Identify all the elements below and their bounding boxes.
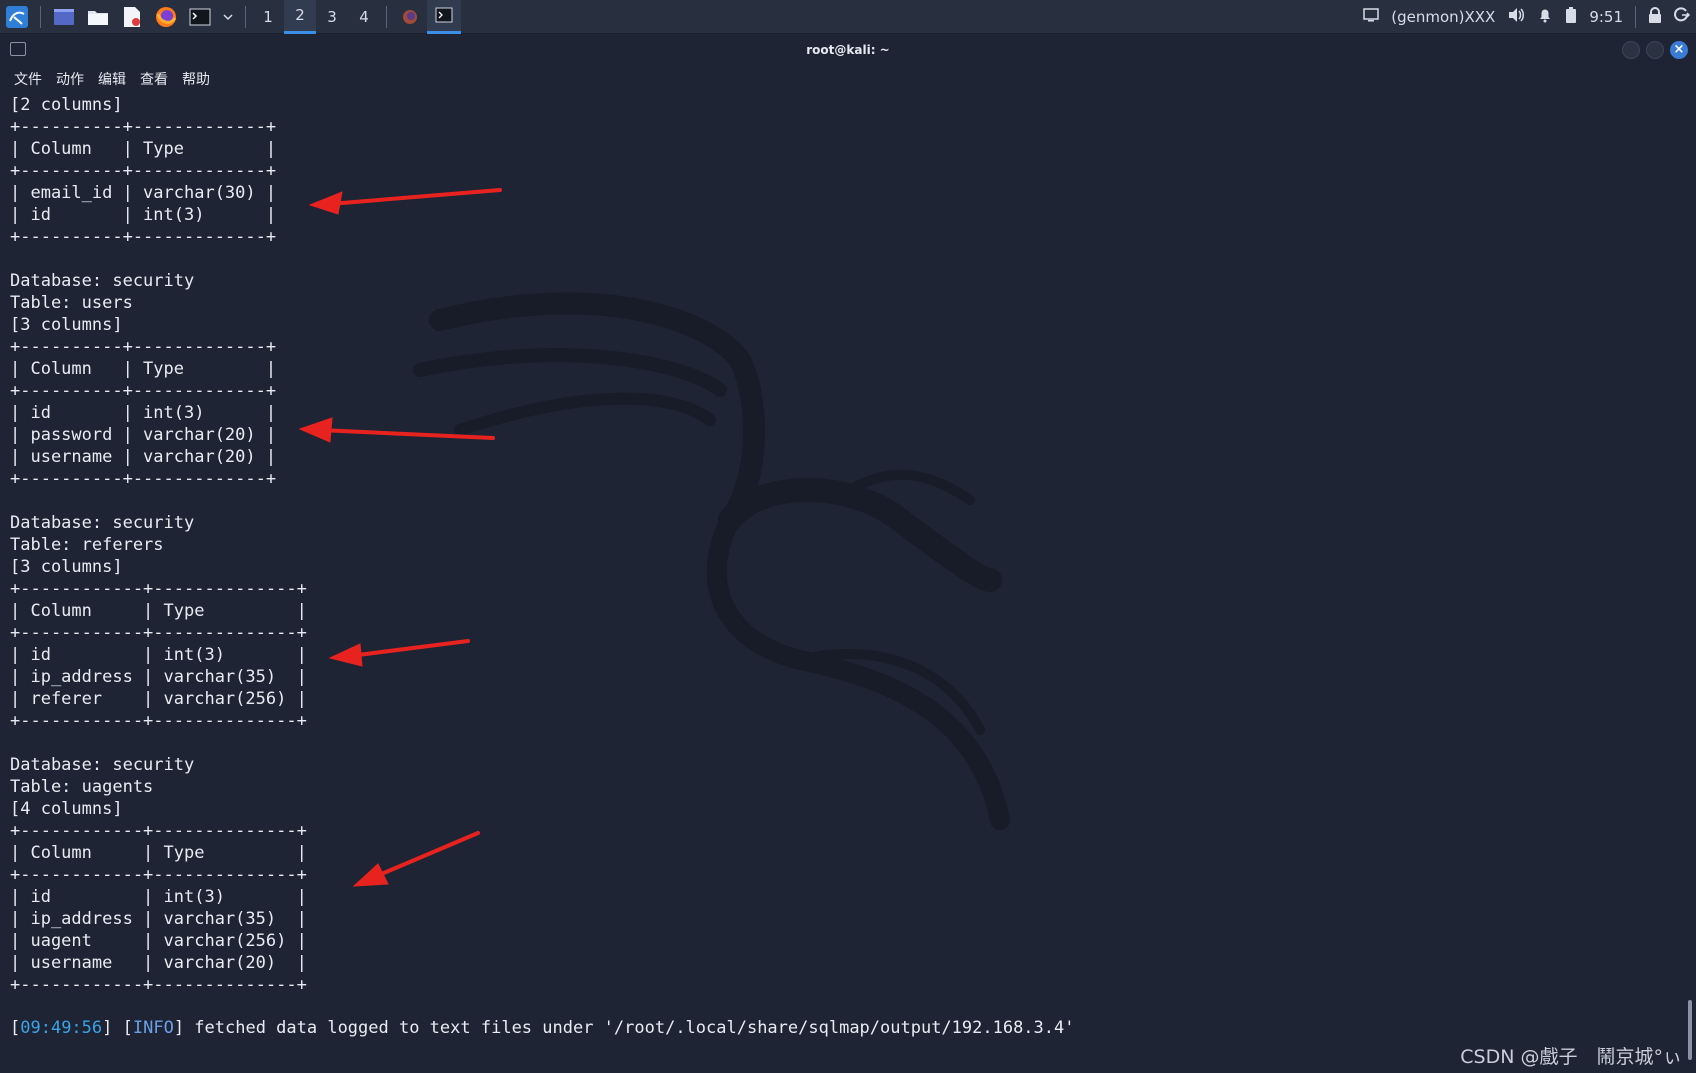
menu-view[interactable]: 查看 (140, 69, 168, 89)
lock-icon[interactable] (1648, 7, 1662, 27)
menu-action[interactable]: 动作 (56, 69, 84, 89)
close-button[interactable]: × (1670, 41, 1688, 59)
minimize-button[interactable] (1622, 41, 1640, 59)
terminal-line: Table: referers (10, 535, 164, 555)
terminal-line: +----------+-------------+ (10, 117, 277, 137)
terminal-line: +----------+-------------+ (10, 227, 277, 247)
menu-help[interactable]: 帮助 (182, 69, 210, 89)
taskbar-separator (386, 5, 387, 28)
workspace-2[interactable]: 2 (284, 0, 316, 34)
terminal-line: +------------+--------------+ (10, 821, 307, 841)
info-separator: ] [ (102, 1018, 133, 1038)
terminal-line: +----------+-------------+ (10, 381, 277, 401)
firefox-icon[interactable] (153, 4, 179, 30)
battery-icon[interactable] (1565, 7, 1577, 27)
taskbar-separator (1635, 6, 1636, 28)
volume-icon[interactable] (1507, 7, 1525, 27)
terminal-scrollbar[interactable] (1688, 1000, 1692, 1060)
text-editor-icon[interactable] (119, 4, 145, 30)
terminal-line: [2 columns] (10, 95, 123, 115)
terminal-line: | Column | Type | (10, 359, 277, 379)
show-desktop-icon[interactable] (51, 4, 77, 30)
csdn-watermark: CSDN @戲子 鬧京城°ぃ (1460, 1046, 1682, 1068)
window-button-firefox[interactable] (393, 0, 427, 34)
terminal-line: [3 columns] (10, 557, 123, 577)
window-button-terminal[interactable] (427, 0, 461, 34)
terminal-line: +------------+--------------+ (10, 711, 307, 731)
terminal-line: | Column | Type | (10, 601, 307, 621)
terminal-line: | id | int(3) | (10, 887, 307, 907)
terminal-line: +----------+-------------+ (10, 469, 277, 489)
terminal-line: [3 columns] (10, 315, 123, 335)
info-open-bracket: [ (10, 1018, 21, 1038)
display-icon[interactable] (1363, 8, 1379, 26)
terminal-output[interactable]: [2 columns] +----------+-------------+ | C… (10, 94, 1670, 1054)
terminal-line: Table: uagents (10, 777, 154, 797)
menu-bar: 文件 动作 编辑 查看 帮助 (0, 66, 1696, 92)
terminal-line: | ip_address | varchar(35) | (10, 909, 307, 929)
maximize-button[interactable] (1646, 41, 1664, 59)
terminal-launcher-icon[interactable] (187, 4, 213, 30)
terminal-line: +------------+--------------+ (10, 975, 307, 995)
close-icon: × (1673, 42, 1685, 57)
terminal-line: +----------+-------------+ (10, 161, 277, 181)
kali-menu-icon[interactable] (4, 4, 30, 30)
menu-file[interactable]: 文件 (14, 69, 42, 89)
terminal-line: [4 columns] (10, 799, 123, 819)
file-manager-icon[interactable] (85, 4, 111, 30)
terminal-line: | id | int(3) | (10, 205, 277, 225)
terminal-line: +------------+--------------+ (10, 623, 307, 643)
notification-bell-icon[interactable] (1537, 7, 1553, 27)
workspace-4[interactable]: 4 (348, 0, 380, 34)
terminal-line: | Column | Type | (10, 139, 277, 159)
info-message: ] fetched data logged to text files unde… (173, 1018, 1075, 1038)
clock[interactable]: 9:51 (1589, 8, 1623, 26)
taskbar-separator (40, 5, 41, 28)
terminal-line: +------------+--------------+ (10, 579, 307, 599)
window-title: root@kali: ~ (806, 43, 890, 57)
terminal-line: +------------+--------------+ (10, 865, 307, 885)
terminal-window-icon[interactable] (10, 42, 26, 56)
terminal-line: Database: security (10, 271, 195, 291)
workspace-1[interactable]: 1 (252, 0, 284, 34)
terminal-line: | username | varchar(20) | (10, 447, 277, 467)
terminal-line: | email_id | varchar(30) | (10, 183, 277, 203)
terminal-line: | id | int(3) | (10, 403, 277, 423)
chevron-down-icon[interactable] (221, 4, 235, 30)
workspace-3[interactable]: 3 (316, 0, 348, 34)
terminal-line: | password | varchar(20) | (10, 425, 277, 445)
terminal-line: | Column | Type | (10, 843, 307, 863)
taskbar-separator (245, 5, 246, 28)
terminal-line: | uagent | varchar(256) | (10, 931, 307, 951)
terminal-line: | ip_address | varchar(35) | (10, 667, 307, 687)
terminal-line: | id | int(3) | (10, 645, 307, 665)
terminal-line: | username | varchar(20) | (10, 953, 307, 973)
terminal-line: Database: security (10, 755, 195, 775)
info-level-tag: INFO (132, 1018, 174, 1038)
logout-icon[interactable] (1674, 7, 1691, 27)
taskbar: 1 2 3 4 (genmon)XXX 9:51 (0, 0, 1696, 34)
terminal-line: Table: users (10, 293, 133, 313)
genmon-label[interactable]: (genmon)XXX (1391, 8, 1495, 26)
window-titlebar[interactable]: root@kali: ~ × (0, 35, 1696, 65)
menu-edit[interactable]: 编辑 (98, 69, 126, 89)
terminal-line: +----------+-------------+ (10, 337, 277, 357)
sqlmap-info-line: [09:49:56] [INFO] fetched data logged to… (10, 1018, 1074, 1038)
terminal-line: Database: security (10, 513, 195, 533)
terminal-line: | referer | varchar(256) | (10, 689, 307, 709)
info-timestamp: 09:49:56 (20, 1018, 103, 1038)
